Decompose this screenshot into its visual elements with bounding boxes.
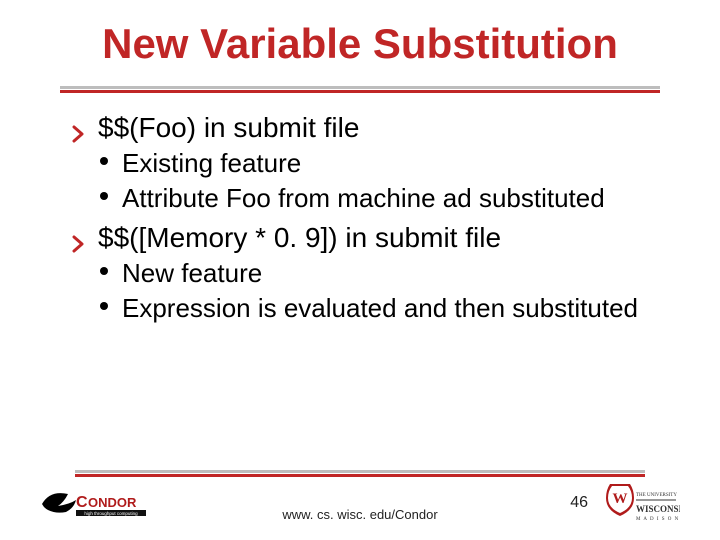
disc-icon (100, 157, 108, 165)
disc-icon (100, 302, 108, 310)
bullet-text: Expression is evaluated and then substit… (122, 293, 638, 323)
bullet-level1: $$([Memory * 0. 9]) in submit file (70, 220, 670, 255)
bullet-text: New feature (122, 258, 262, 288)
page-number: 46 (570, 494, 588, 512)
svg-text:M A D I S O N: M A D I S O N (636, 517, 679, 522)
bullet-level2: Attribute Foo from machine ad substitute… (100, 182, 670, 215)
bullet-level2: New feature (100, 257, 670, 290)
disc-icon (100, 192, 108, 200)
wisconsin-logo: W THE UNIVERSITY WISCONSIN M A D I S O N (600, 480, 680, 526)
svg-text:W: W (613, 491, 628, 507)
footer-rule (75, 470, 645, 477)
bullet-level1: $$(Foo) in submit file (70, 110, 670, 145)
bullet-text: $$([Memory * 0. 9]) in submit file (98, 222, 501, 253)
bullet-text: Existing feature (122, 148, 301, 178)
disc-icon (100, 267, 108, 275)
slide-body: $$(Foo) in submit file Existing feature … (70, 110, 670, 326)
chevron-icon (70, 226, 88, 244)
chevron-icon (70, 116, 88, 134)
bullet-level2: Expression is evaluated and then substit… (100, 292, 670, 325)
slide-title: New Variable Substitution (0, 20, 720, 68)
slide: New Variable Substitution $$(Foo) in sub… (0, 0, 720, 540)
title-underline (60, 86, 660, 93)
bullet-text: Attribute Foo from machine ad substitute… (122, 183, 605, 213)
footer: C ONDOR high throughput computing www. c… (40, 470, 680, 526)
svg-text:THE UNIVERSITY: THE UNIVERSITY (636, 493, 677, 498)
svg-text:WISCONSIN: WISCONSIN (636, 504, 680, 514)
bullet-level2: Existing feature (100, 147, 670, 180)
bullet-text: $$(Foo) in submit file (98, 112, 359, 143)
